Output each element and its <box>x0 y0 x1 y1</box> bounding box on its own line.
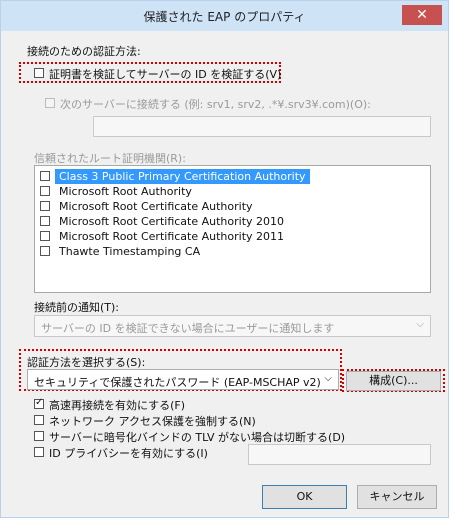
verify-cert-label[interactable]: 証明書を検証してサーバーの ID を検証する(V) <box>49 66 281 82</box>
ca-item-2[interactable]: Microsoft Root Certificate Authority <box>35 199 430 214</box>
window-title: 保護された EAP のプロパティ <box>143 10 306 24</box>
ca-item-3[interactable]: Microsoft Root Certificate Authority 201… <box>35 214 430 229</box>
connect-servers-checkbox[interactable] <box>45 98 55 108</box>
ca-item-label: Microsoft Root Certificate Authority 201… <box>59 230 285 243</box>
nap-checkbox[interactable] <box>34 415 44 425</box>
connect-servers-input[interactable] <box>93 116 431 137</box>
fast-reconnect-label[interactable]: 高速再接続を有効にする(F) <box>49 397 185 413</box>
cancel-button[interactable]: キャンセル <box>357 485 437 509</box>
identity-privacy-input[interactable] <box>248 444 431 465</box>
ca-item-checkbox[interactable] <box>40 171 50 181</box>
title-bar[interactable]: 保護された EAP のプロパティ ✕ <box>1 1 448 31</box>
auth-method-label: 認証方法を選択する(S): <box>27 356 146 369</box>
ca-item-5[interactable]: Thawte Timestamping CA <box>35 244 430 259</box>
ca-item-4[interactable]: Microsoft Root Certificate Authority 201… <box>35 229 430 244</box>
identity-privacy-checkbox[interactable] <box>34 447 44 457</box>
ca-item-checkbox[interactable] <box>40 201 50 211</box>
ca-item-checkbox[interactable] <box>40 246 50 256</box>
tlv-checkbox[interactable] <box>34 431 44 441</box>
notify-label: 接続前の通知(T): <box>34 301 120 314</box>
ca-item-label: Class 3 Public Primary Certification Aut… <box>55 169 310 184</box>
ca-item-label: Microsoft Root Certificate Authority <box>59 200 253 213</box>
eap-properties-dialog: 保護された EAP のプロパティ ✕ 接続のための認証方法: 証明書を検証してサ… <box>0 0 449 518</box>
ca-item-checkbox[interactable] <box>40 231 50 241</box>
ca-item-label: Microsoft Root Certificate Authority 201… <box>59 215 285 228</box>
identity-privacy-label[interactable]: ID プライバシーを有効にする(I) <box>49 445 208 461</box>
ca-item-checkbox[interactable] <box>40 186 50 196</box>
auth-method-select[interactable]: セキュリティで保護されたパスワード (EAP-MSCHAP v2) ⌵ <box>27 369 339 390</box>
notify-select[interactable]: サーバーの ID を検証できない場合にユーザーに通知します ⌵ <box>34 315 431 337</box>
verify-cert-checkbox[interactable] <box>34 68 44 78</box>
auth-method-value: セキュリティで保護されたパスワード (EAP-MSCHAP v2) <box>34 376 321 389</box>
trusted-ca-label: 信頼されたルート証明機関(R): <box>34 152 186 165</box>
chevron-down-icon: ⌵ <box>416 319 424 330</box>
auth-section-label: 接続のための認証方法: <box>27 45 141 58</box>
ca-item-0[interactable]: Class 3 Public Primary Certification Aut… <box>35 169 430 184</box>
configure-button[interactable]: 構成(C)... <box>346 371 441 391</box>
tlv-label[interactable]: サーバーに暗号化バインドの TLV がない場合は切断する(D) <box>49 429 345 445</box>
close-icon: ✕ <box>416 7 428 23</box>
ca-item-checkbox[interactable] <box>40 216 50 226</box>
ca-item-1[interactable]: Microsoft Root Authority <box>35 184 430 199</box>
fast-reconnect-checkbox[interactable] <box>34 397 44 409</box>
close-button[interactable]: ✕ <box>402 5 442 25</box>
ca-item-label: Microsoft Root Authority <box>59 185 192 198</box>
chevron-down-icon: ⌵ <box>324 373 332 384</box>
ca-item-label: Thawte Timestamping CA <box>59 245 201 258</box>
trusted-ca-list[interactable]: Class 3 Public Primary Certification Aut… <box>34 165 431 293</box>
nap-label[interactable]: ネットワーク アクセス保護を強制する(N) <box>49 413 256 429</box>
connect-servers-label: 次のサーバーに接続する (例: srv1, srv2, .*¥.srv3¥.co… <box>60 98 371 111</box>
notify-value: サーバーの ID を検証できない場合にユーザーに通知します <box>41 322 335 335</box>
ok-button[interactable]: OK <box>262 485 347 509</box>
